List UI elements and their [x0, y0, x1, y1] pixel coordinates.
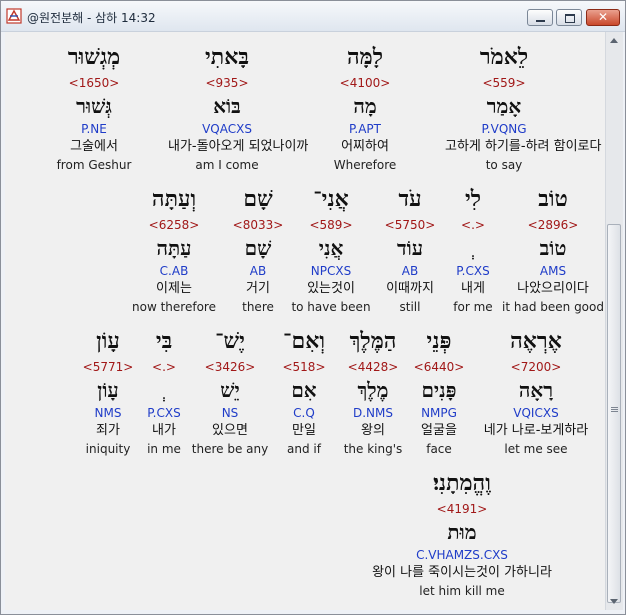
morphology: VQICXS: [513, 406, 559, 420]
strong-number[interactable]: <935>: [168, 74, 286, 92]
word-block[interactable]: וֶהֱמִתָנִי׃ <4191> מוּת C.VHAMZS.CXS 왕이…: [367, 467, 557, 600]
korean-gloss: 나았으리이다: [517, 281, 589, 296]
grip-icon: [611, 407, 618, 408]
morphology: P.APT: [349, 122, 381, 136]
morphology: P.NE: [81, 122, 107, 136]
morphology: P.VQNG: [481, 122, 527, 136]
word-block[interactable]: אֶרְאֶה <7200> רָאָה VQICXS 네가 나로-보게하라 l…: [477, 325, 595, 458]
korean-gloss: 그술에서: [70, 139, 118, 154]
strong-number[interactable]: <1650>: [35, 74, 153, 92]
korean-gloss: 왕이 나를 죽이시는것이 가하니라: [372, 565, 552, 580]
strong-number[interactable]: <4191>: [367, 500, 557, 518]
strong-number[interactable]: <4100>: [306, 74, 424, 92]
hebrew-root: בּוֹא: [213, 94, 241, 118]
app-logo-icon: [6, 8, 22, 24]
maximize-button[interactable]: [556, 9, 582, 26]
scrollbar-thumb[interactable]: [607, 224, 621, 603]
hebrew-word: לָמָּה: [347, 44, 383, 70]
english-gloss: am I come: [195, 158, 259, 172]
close-button[interactable]: ✕: [586, 9, 620, 26]
morphology: AMS: [539, 264, 567, 278]
scroll-up-arrow-icon[interactable]: [610, 38, 618, 43]
app-window: @원전분해 - 삼하 14:32 ✕ מְגְשׁוּר <1650> גְּש…: [0, 0, 626, 615]
hebrew-word: וֶהֱמִתָנִי׃: [433, 470, 491, 496]
english-gloss: Wherefore: [333, 158, 397, 172]
word-block[interactable]: לֵאמֹר <559> אָמַר P.VQNG 고하게 하기를-하려 함이로…: [445, 41, 602, 174]
hebrew-root: מוּת: [447, 520, 477, 544]
morphology: VQACXS: [202, 122, 252, 136]
minimize-button[interactable]: [527, 9, 553, 26]
hebrew-root: גְּשׁוּר: [76, 94, 112, 118]
hebrew-root: מָה: [353, 94, 377, 118]
hebrew-root: רָאָה: [518, 378, 554, 402]
korean-gloss: 네가 나로-보게하라: [483, 423, 589, 438]
morphology: C.VHAMZS.CXS: [416, 548, 508, 562]
vertical-scrollbar[interactable]: [605, 32, 623, 610]
hebrew-word: בָּאתִי: [205, 44, 249, 70]
hebrew-word: טוֹב: [538, 186, 568, 212]
korean-gloss: 고하게 하기를-하려 함이로다: [445, 139, 602, 154]
window-title: @원전분해 - 삼하 14:32: [27, 11, 156, 25]
hebrew-word: לֵאמֹר: [479, 44, 529, 70]
strong-number[interactable]: <2896>: [494, 216, 605, 234]
word-block[interactable]: מְגְשׁוּר <1650> גְּשׁוּר P.NE 그술에서 from…: [35, 41, 153, 174]
word-block[interactable]: טוֹב <2896> טוֹב AMS 나았으리이다 it had been …: [494, 183, 605, 316]
korean-gloss: 내가-돌아오게 되었나이까: [168, 139, 309, 154]
english-gloss: let me see: [504, 442, 568, 456]
korean-gloss: 어찌하여: [341, 139, 389, 154]
parsing-panel: מְגְשׁוּר <1650> גְּשׁוּר P.NE 그술에서 from…: [5, 32, 605, 610]
close-icon: ✕: [597, 10, 609, 24]
english-gloss: from Geshur: [56, 158, 132, 172]
english-gloss: it had been good: [502, 300, 604, 314]
scroll-down-arrow-icon[interactable]: [610, 599, 618, 604]
hebrew-word: אֶרְאֶה: [510, 328, 562, 354]
strong-number[interactable]: <7200>: [477, 358, 595, 376]
title-bar[interactable]: @원전분해 - 삼하 14:32 ✕: [1, 1, 625, 32]
word-block[interactable]: בָּאתִי <935> בּוֹא VQACXS 내가-돌아오게 되었나이까…: [168, 41, 309, 174]
english-gloss: to say: [485, 158, 523, 172]
hebrew-word: מְגְשׁוּר: [67, 44, 121, 70]
english-gloss: let him kill me: [419, 584, 505, 598]
word-block[interactable]: לָמָּה <4100> מָה P.APT 어찌하여 Wherefore: [306, 41, 424, 174]
hebrew-root: טוֹב: [539, 236, 567, 260]
strong-number[interactable]: <559>: [445, 74, 563, 92]
hebrew-root: אָמַר: [486, 94, 522, 118]
